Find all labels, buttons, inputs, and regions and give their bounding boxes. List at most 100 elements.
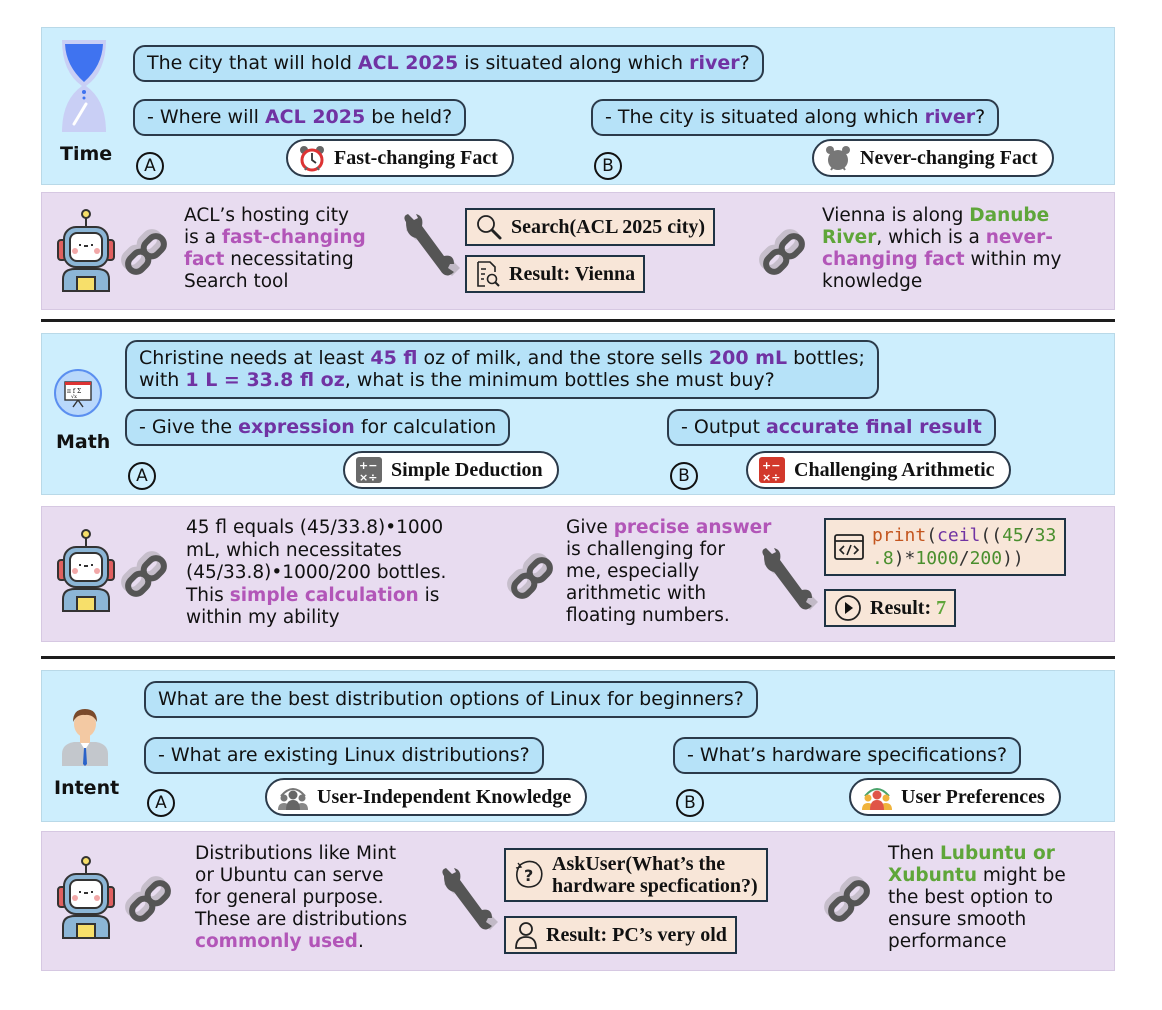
user-group-color-icon — [861, 784, 893, 810]
alarm-clock-icon — [298, 144, 326, 172]
reasoning-line: within my — [964, 249, 1062, 270]
reasoning-line: or Ubuntu can serve — [195, 865, 384, 886]
sub-question-text: for calculation — [354, 416, 497, 438]
document-search-icon — [475, 260, 501, 288]
tool-result-label: Result: PC’s very old — [546, 924, 727, 946]
highlight-text: River — [822, 227, 877, 248]
reasoning-text-right: Vienna is along Danube River, which is a… — [822, 205, 1061, 293]
highlight-text: simple calculation — [229, 584, 419, 606]
wrench-icon — [758, 548, 818, 616]
reasoning-line: is challenging for — [566, 539, 725, 560]
tool-result-value: 7 — [936, 597, 947, 619]
svg-text:×÷: ×÷ — [359, 471, 377, 484]
tag-label: Never-changing Fact — [860, 147, 1038, 169]
reasoning-line: knowledge — [822, 271, 923, 292]
code-token: 1000 — [915, 548, 959, 569]
code-token: print — [872, 525, 927, 546]
reasoning-line: Give — [566, 517, 614, 538]
reasoning-line: Distributions like Mint — [195, 843, 397, 864]
highlight-text: Lubuntu or — [940, 843, 1055, 864]
category-label-time: Time — [60, 143, 113, 165]
question-text: What are the best distribution options o… — [158, 688, 744, 710]
marker-b: B — [594, 152, 622, 180]
link-icon — [506, 552, 558, 604]
reasoning-line: ensure smooth — [888, 909, 1027, 930]
question-text: ? — [739, 52, 750, 74]
code-token: )) — [1002, 548, 1024, 569]
user-group-gray-icon — [277, 784, 309, 810]
main-question-bubble: What are the best distribution options o… — [144, 681, 758, 718]
highlight-text: Xubuntu — [888, 865, 978, 886]
reasoning-line: performance — [888, 931, 1007, 952]
sub-question-text: - What are existing Linux distributions? — [158, 744, 530, 766]
tool-call-label: Search(ACL 2025 city) — [511, 216, 706, 238]
link-icon — [823, 875, 875, 927]
reasoning-line: is — [418, 584, 440, 606]
link-icon — [124, 875, 176, 927]
wrench-icon — [400, 214, 460, 282]
question-text: with — [139, 369, 186, 391]
fast-changing-fact-tag: Fast-changing Fact — [286, 139, 514, 177]
link-icon — [120, 550, 172, 602]
highlight-text: never- — [985, 227, 1053, 248]
reasoning-line: within my ability — [186, 607, 340, 628]
user-icon — [514, 921, 538, 949]
code-token: 33 — [1034, 525, 1057, 546]
tag-label: Simple Deduction — [391, 459, 543, 481]
user-preferences-tag: User Preferences — [849, 778, 1061, 816]
sub-question-a-bubble: - Give the expression for calculation — [125, 409, 511, 446]
search-icon — [475, 213, 503, 241]
code-tool-call: print(ceil((45/33 .8)*1000/200)) — [824, 518, 1067, 576]
sub-question-text: - The city is situated along which — [605, 106, 925, 128]
hourglass-icon — [56, 36, 112, 136]
code-token: ( — [926, 525, 938, 546]
main-question-bubble: Christine needs at least 45 fl oz of mil… — [125, 340, 879, 399]
reasoning-line: me, especially — [566, 561, 700, 582]
calculator-red-icon: +− ×÷ — [758, 456, 786, 484]
tag-label: Challenging Arithmetic — [794, 459, 995, 481]
marker-a: A — [136, 152, 164, 180]
code-token: / — [1023, 525, 1035, 546]
reasoning-line: Search tool — [184, 271, 289, 292]
search-tool-call: Search(ACL 2025 city) — [465, 208, 716, 246]
math-board-icon: π f Σ √x — [53, 368, 103, 418]
sub-question-b-bubble: - The city is situated along which river… — [591, 99, 1000, 136]
link-icon — [758, 228, 810, 280]
tool-call-label: hardware specfication?) — [552, 875, 758, 897]
question-text: , what is the minimum bottles she must b… — [344, 369, 775, 391]
sub-question-text: ? — [975, 106, 986, 128]
highlight-text: 1 L = 33.8 fl oz — [185, 369, 345, 391]
reasoning-line: mL, which necessitates — [186, 539, 402, 561]
highlight-text: river — [924, 106, 976, 128]
robot-icon — [55, 854, 117, 940]
reasoning-text-left: 45 fl equals (45/33.8)•1000 mL, which ne… — [186, 517, 446, 630]
question-text: oz of milk, and the store sells — [417, 347, 709, 369]
main-question-bubble: The city that will hold ACL 2025 is situ… — [133, 45, 764, 82]
reasoning-text-left: Distributions like Mint or Ubuntu can se… — [195, 843, 407, 953]
code-icon — [834, 533, 864, 561]
section-divider — [41, 319, 1115, 322]
reasoning-text-left: ACL’s hosting city is a fast-changing fa… — [184, 205, 366, 293]
section-divider — [41, 656, 1115, 659]
reasoning-line: the best option to — [888, 887, 1054, 908]
highlight-text: fast-changing — [221, 227, 366, 248]
tool-result-label: Result: — [870, 597, 937, 619]
highlight-text: accurate final result — [765, 416, 982, 438]
reasoning-line: This — [186, 584, 230, 606]
highlight-text: fact — [184, 249, 225, 270]
sub-question-text: - Where will — [147, 106, 265, 128]
alarm-clock-gray-icon — [824, 144, 852, 172]
question-text: bottles; — [787, 347, 865, 369]
reasoning-line: . — [357, 931, 364, 952]
question-text: is situated along which — [458, 52, 690, 74]
sub-question-a-bubble: - Where will ACL 2025 be held? — [133, 99, 467, 136]
highlight-text: 45 fl — [370, 347, 418, 369]
sub-question-b-bubble: - What’s hardware specifications? — [673, 737, 1022, 774]
sub-question-a-bubble: - What are existing Linux distributions? — [144, 737, 544, 774]
never-changing-fact-tag: Never-changing Fact — [812, 139, 1054, 177]
reasoning-line: necessitating — [224, 249, 354, 270]
person-icon — [60, 706, 110, 766]
reasoning-line: These are distributions — [195, 909, 408, 930]
search-tool-result: Result: Vienna — [465, 255, 646, 293]
sub-question-b-bubble: - Output accurate final result — [667, 409, 996, 446]
